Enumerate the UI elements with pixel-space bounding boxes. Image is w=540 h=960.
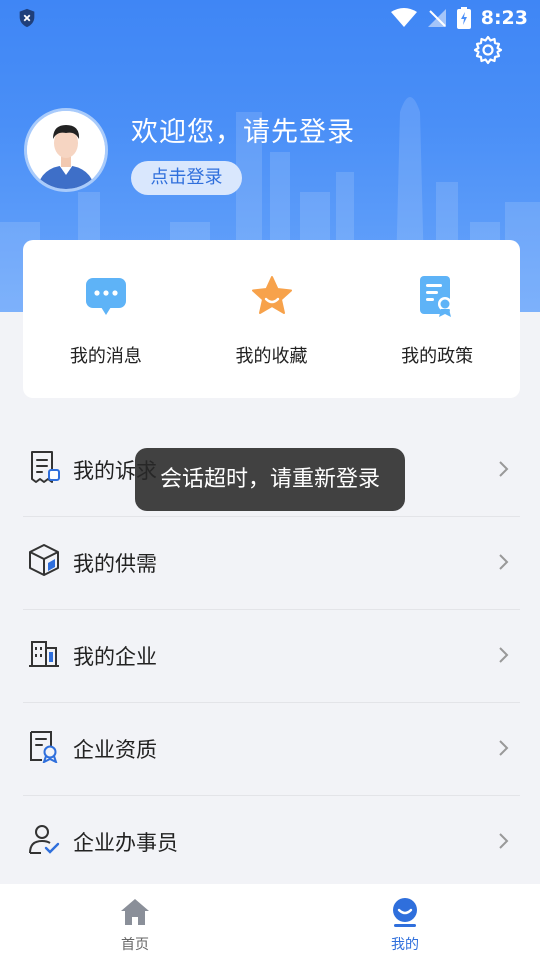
star-icon xyxy=(251,276,292,314)
menu-item-label: 企业办事员 xyxy=(73,831,178,855)
tab-mine[interactable]: 我的 xyxy=(270,884,540,960)
menu-item-supply-demand[interactable]: 我的供需 xyxy=(0,517,540,610)
building-icon xyxy=(29,641,59,667)
menu-item-enterprise-clerk[interactable]: 企业办事员 xyxy=(0,796,540,889)
certificate-icon xyxy=(30,731,58,763)
menu-item-my-enterprise[interactable]: 我的企业 xyxy=(0,610,540,703)
login-button[interactable]: 点击登录 xyxy=(131,161,242,195)
settings-gear-icon[interactable] xyxy=(472,34,504,66)
quick-item-policies[interactable]: 我的政策 xyxy=(354,240,520,398)
menu-item-label: 我的供需 xyxy=(73,552,157,576)
status-bar: 8:23 xyxy=(0,0,540,36)
avatar[interactable] xyxy=(24,108,108,192)
chevron-right-icon xyxy=(499,647,509,663)
status-time: 8:23 xyxy=(480,7,528,29)
welcome-text: 欢迎您，请先登录 xyxy=(131,117,355,148)
session-timeout-toast: 会话超时，请重新登录 xyxy=(135,448,405,511)
quick-item-label: 我的消息 xyxy=(69,346,142,367)
tab-label: 我的 xyxy=(391,937,419,953)
battery-charging-icon xyxy=(456,7,471,29)
default-avatar-icon xyxy=(27,111,105,189)
tab-home[interactable]: 首页 xyxy=(0,884,270,960)
profile-face-icon xyxy=(393,898,417,927)
tab-label: 首页 xyxy=(121,937,149,953)
chevron-right-icon xyxy=(499,461,509,477)
home-icon xyxy=(121,899,149,925)
quick-item-label: 我的收藏 xyxy=(235,346,308,367)
quick-actions-card: 我的消息 我的收藏 我的政策 xyxy=(23,240,520,398)
user-check-icon xyxy=(29,825,60,854)
menu-item-label: 我的企业 xyxy=(73,645,157,669)
bottom-tab-bar: 首页 我的 xyxy=(0,884,540,960)
no-signal-icon xyxy=(427,9,446,27)
wifi-icon xyxy=(390,8,417,27)
menu-item-label: 企业资质 xyxy=(73,738,157,762)
chevron-right-icon xyxy=(499,740,509,756)
chevron-right-icon xyxy=(499,554,509,570)
quick-item-favorites[interactable]: 我的收藏 xyxy=(189,240,355,398)
chevron-right-icon xyxy=(499,833,509,849)
message-bubble-icon xyxy=(85,278,126,315)
receipt-icon xyxy=(31,451,60,483)
policy-document-icon xyxy=(420,276,453,317)
shield-x-icon xyxy=(19,8,35,28)
quick-item-messages[interactable]: 我的消息 xyxy=(23,240,189,398)
menu-item-qualifications[interactable]: 企业资质 xyxy=(0,703,540,796)
cube-icon xyxy=(29,544,59,576)
quick-item-label: 我的政策 xyxy=(401,346,474,367)
